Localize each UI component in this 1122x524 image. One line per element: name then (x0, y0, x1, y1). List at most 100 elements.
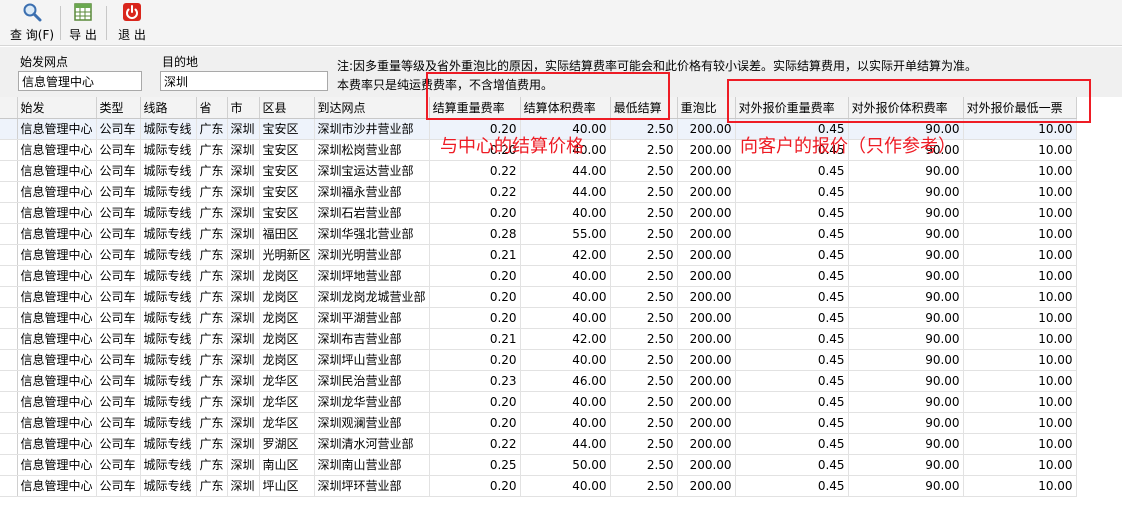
column-header-branch[interactable]: 到达网点 (314, 97, 430, 119)
row-indicator[interactable] (0, 475, 18, 497)
cell-quote-volume-rate: 90.00 (848, 286, 964, 308)
cell-settle-volume-rate: 50.00 (520, 454, 611, 476)
row-indicator[interactable] (0, 160, 18, 182)
row-indicator[interactable] (0, 181, 18, 203)
column-header-city[interactable]: 市 (227, 97, 260, 119)
row-indicator[interactable] (0, 433, 18, 455)
table-row[interactable]: 信息管理中心 公司车 城际专线 广东 深圳 龙岗区 深圳坪山营业部 0.20 40.00 2.50… (0, 349, 1077, 371)
cell-city: 深圳 (227, 181, 260, 203)
export-button[interactable]: 导 出 (64, 2, 102, 44)
query-button[interactable]: 查 询(F) (8, 2, 56, 44)
table-row[interactable]: 信息管理中心 公司车 城际专线 广东 深圳 龙岗区 深圳平湖营业部 0.20 40.00 2.50… (0, 307, 1077, 329)
table-row[interactable]: 信息管理中心 公司车 城际专线 广东 深圳 光明新区 深圳光明营业部 0.21 42.00 2.5… (0, 244, 1077, 266)
table-row[interactable]: 信息管理中心 公司车 城际专线 广东 深圳 龙岗区 深圳龙岗龙城营业部 0.20 40.00 2.… (0, 286, 1077, 308)
column-header-province[interactable]: 省 (196, 97, 228, 119)
table-row[interactable]: 信息管理中心 公司车 城际专线 广东 深圳 宝安区 深圳石岩营业部 0.20 40.00 2.50… (0, 202, 1077, 224)
row-indicator[interactable] (0, 307, 18, 329)
cell-origin: 信息管理中心 (17, 454, 97, 476)
cell-origin: 信息管理中心 (17, 391, 97, 413)
cell-city: 深圳 (227, 244, 260, 266)
row-indicator[interactable] (0, 328, 18, 350)
cell-settle-volume-rate: 40.00 (520, 349, 611, 371)
cell-settle-weight-rate: 0.20 (429, 202, 521, 224)
table-row[interactable]: 信息管理中心 公司车 城际专线 广东 深圳 罗湖区 深圳清水河营业部 0.22 44.00 2.5… (0, 433, 1077, 455)
cell-settle-volume-rate: 40.00 (520, 412, 611, 434)
cell-province: 广东 (196, 412, 228, 434)
cell-quote-weight-rate: 0.45 (735, 328, 849, 350)
cell-city: 深圳 (227, 286, 260, 308)
cell-branch: 深圳观澜营业部 (314, 412, 430, 434)
magnifier-icon (23, 3, 42, 22)
cell-quote-weight-rate: 0.45 (735, 412, 849, 434)
customer-quote-highlight-box (727, 79, 1091, 123)
cell-weight-volume-ratio: 200.00 (677, 181, 736, 203)
row-indicator[interactable] (0, 223, 18, 245)
cell-min-settle: 2.50 (610, 349, 678, 371)
table-row[interactable]: 信息管理中心 公司车 城际专线 广东 深圳 宝安区 深圳宝运达营业部 0.22 44.00 2.5… (0, 160, 1077, 182)
cell-quote-min-ticket: 10.00 (963, 307, 1077, 329)
cell-origin: 信息管理中心 (17, 160, 97, 182)
cell-quote-weight-rate: 0.45 (735, 349, 849, 371)
power-icon (123, 3, 141, 21)
row-indicator[interactable] (0, 454, 18, 476)
cell-settle-weight-rate: 0.20 (429, 349, 521, 371)
table-row[interactable]: 信息管理中心 公司车 城际专线 广东 深圳 龙华区 深圳观澜营业部 0.20 40.00 2.50… (0, 412, 1077, 434)
destination-input[interactable] (160, 71, 328, 91)
cell-type: 公司车 (96, 475, 141, 497)
cell-quote-weight-rate: 0.45 (735, 160, 849, 182)
cell-quote-volume-rate: 90.00 (848, 328, 964, 350)
row-indicator[interactable] (0, 286, 18, 308)
table-row[interactable]: 信息管理中心 公司车 城际专线 广东 深圳 南山区 深圳南山营业部 0.25 50.00 2.50… (0, 454, 1077, 476)
cell-settle-volume-rate: 42.00 (520, 244, 611, 266)
cell-settle-weight-rate: 0.22 (429, 181, 521, 203)
row-indicator[interactable] (0, 391, 18, 413)
cell-branch: 深圳宝运达营业部 (314, 160, 430, 182)
cell-city: 深圳 (227, 118, 260, 140)
table-row[interactable]: 信息管理中心 公司车 城际专线 广东 深圳 福田区 深圳华强北营业部 0.28 55.00 2.5… (0, 223, 1077, 245)
cell-branch: 深圳坪地营业部 (314, 265, 430, 287)
row-indicator[interactable] (0, 118, 18, 140)
row-indicator[interactable] (0, 412, 18, 434)
table-row[interactable]: 信息管理中心 公司车 城际专线 广东 深圳 宝安区 深圳福永营业部 0.22 44.00 2.50… (0, 181, 1077, 203)
cell-district: 龙岗区 (259, 265, 315, 287)
table-row[interactable]: 信息管理中心 公司车 城际专线 广东 深圳 龙岗区 深圳布吉营业部 0.21 42.00 2.50… (0, 328, 1077, 350)
column-header-type[interactable]: 类型 (96, 97, 141, 119)
origin-input[interactable] (18, 71, 142, 91)
cell-quote-volume-rate: 90.00 (848, 454, 964, 476)
cell-district: 坪山区 (259, 475, 315, 497)
cell-min-settle: 2.50 (610, 328, 678, 350)
cell-type: 公司车 (96, 139, 141, 161)
cell-quote-volume-rate: 90.00 (848, 475, 964, 497)
cell-quote-volume-rate: 90.00 (848, 160, 964, 182)
cell-settle-weight-rate: 0.20 (429, 475, 521, 497)
row-indicator[interactable] (0, 370, 18, 392)
column-header-district[interactable]: 区县 (259, 97, 315, 119)
cell-city: 深圳 (227, 202, 260, 224)
cell-settle-weight-rate: 0.20 (429, 391, 521, 413)
row-indicator[interactable] (0, 139, 18, 161)
row-indicator[interactable] (0, 349, 18, 371)
cell-route: 城际专线 (140, 370, 197, 392)
cell-quote-weight-rate: 0.45 (735, 181, 849, 203)
table-row[interactable]: 信息管理中心 公司车 城际专线 广东 深圳 龙华区 深圳民治营业部 0.23 46.00 2.50… (0, 370, 1077, 392)
row-indicator[interactable] (0, 244, 18, 266)
cell-min-settle: 2.50 (610, 244, 678, 266)
cell-route: 城际专线 (140, 223, 197, 245)
cell-district: 龙岗区 (259, 286, 315, 308)
cell-type: 公司车 (96, 286, 141, 308)
cell-route: 城际专线 (140, 349, 197, 371)
cell-settle-weight-rate: 0.21 (429, 328, 521, 350)
cell-type: 公司车 (96, 202, 141, 224)
table-row[interactable]: 信息管理中心 公司车 城际专线 广东 深圳 龙华区 深圳龙华营业部 0.20 40.00 2.50… (0, 391, 1077, 413)
column-header-origin[interactable]: 始发 (17, 97, 97, 119)
exit-button[interactable]: 退 出 (110, 2, 154, 44)
cell-settle-volume-rate: 40.00 (520, 475, 611, 497)
table-row[interactable]: 信息管理中心 公司车 城际专线 广东 深圳 坪山区 深圳坪环营业部 0.20 40.00 2.50… (0, 475, 1077, 497)
row-indicator[interactable] (0, 202, 18, 224)
column-header-route[interactable]: 线路 (140, 97, 197, 119)
table-row[interactable]: 信息管理中心 公司车 城际专线 广东 深圳 龙岗区 深圳坪地营业部 0.20 40.00 2.50… (0, 265, 1077, 287)
query-label: 查 询(F) (9, 28, 55, 42)
cell-province: 广东 (196, 244, 228, 266)
row-indicator[interactable] (0, 265, 18, 287)
cell-type: 公司车 (96, 349, 141, 371)
